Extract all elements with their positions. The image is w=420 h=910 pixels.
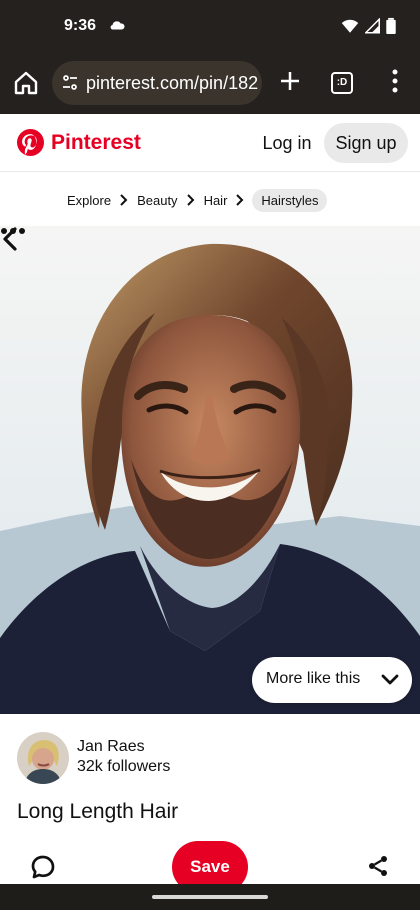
creator-followers: 32k followers [77,758,171,775]
add-icon[interactable] [278,69,302,93]
pinterest-page: Pinterest Log in Sign up Explore Beauty … [0,114,420,884]
chevron-right-icon [120,194,128,206]
chevron-down-icon [381,674,399,685]
more-options-icon[interactable] [0,226,26,236]
comment-icon[interactable] [30,854,56,880]
url-text[interactable]: pinterest.com/pin/182 [86,73,258,94]
share-icon[interactable] [366,854,390,878]
pin-action-bar: Save [0,840,420,884]
tabs-icon[interactable]: :D [331,72,353,94]
brand-name[interactable]: Pinterest [51,131,141,155]
more-like-this-label: More like this [266,670,361,687]
breadcrumb-hairstyles[interactable]: Hairstyles [252,188,328,212]
status-bar: 9:36 [0,0,420,52]
site-info-icon[interactable] [60,73,80,93]
pin-image[interactable] [0,226,420,714]
creator-info[interactable]: Jan Raes 32k followers [17,732,277,784]
chevron-right-icon [236,194,244,206]
pin-photo-illustration [0,226,420,714]
breadcrumb-explore[interactable]: Explore [66,193,112,208]
pinterest-logo-icon[interactable] [17,129,44,156]
login-button[interactable]: Log in [255,123,319,163]
site-header: Pinterest Log in Sign up [0,114,420,172]
battery-icon [386,17,396,34]
breadcrumb-beauty[interactable]: Beauty [136,193,178,208]
address-bar[interactable]: pinterest.com/pin/182 [52,61,262,105]
avatar-photo [17,732,69,784]
wifi-icon [341,19,359,33]
signal-icon [365,17,380,33]
menu-dots-icon[interactable] [390,69,400,93]
browser-toolbar: pinterest.com/pin/182 :D [0,52,420,114]
save-button[interactable]: Save [172,841,248,884]
status-time: 9:36 [64,17,97,34]
pin-title: Long Length Hair [17,800,179,823]
signup-button[interactable]: Sign up [324,123,408,163]
cloud-icon [110,21,125,30]
more-like-this-button[interactable]: More like this [252,657,412,703]
status-icons [341,17,396,34]
breadcrumb-hair[interactable]: Hair [203,193,229,208]
creator-name[interactable]: Jan Raes [77,738,145,756]
gesture-navigation-bar [0,884,420,910]
avatar[interactable] [17,732,69,784]
breadcrumb: Explore Beauty Hair Hairstyles [66,188,328,212]
gesture-handle[interactable] [152,895,268,899]
chevron-right-icon [186,194,194,206]
home-icon[interactable] [12,69,40,97]
